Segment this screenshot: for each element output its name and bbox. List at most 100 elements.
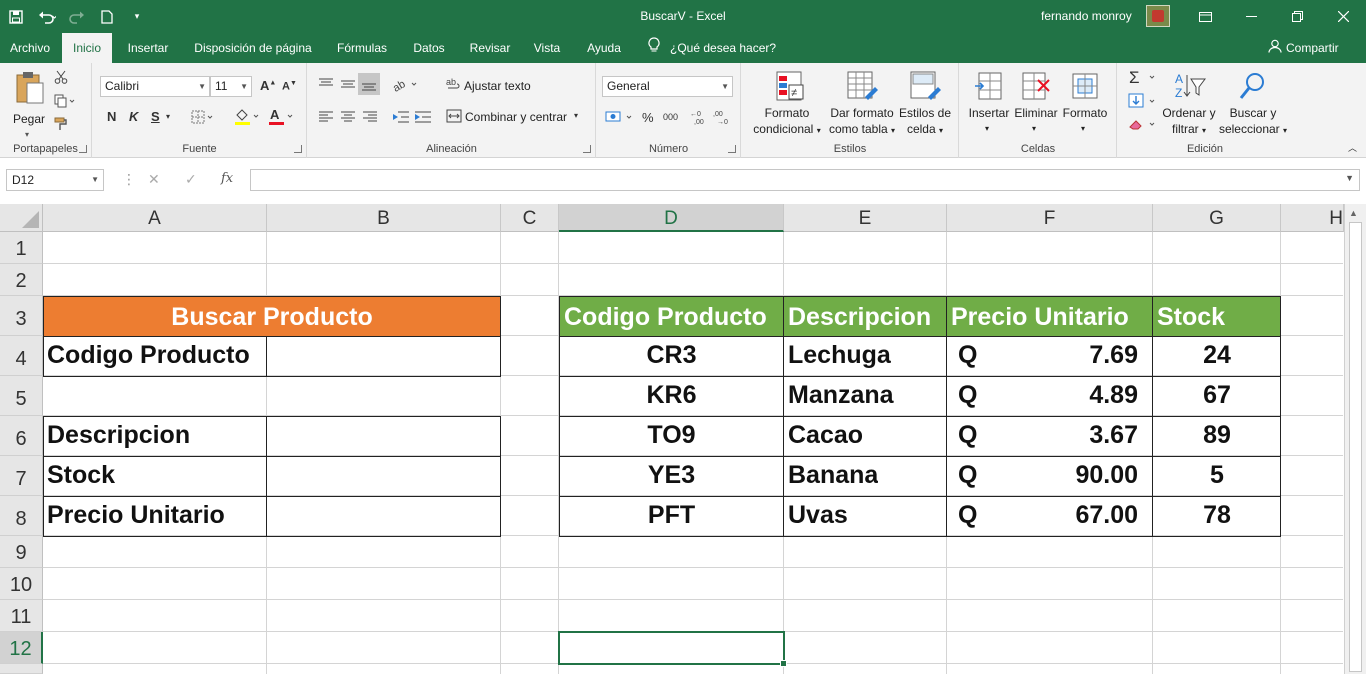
row-header-13[interactable] — [0, 664, 43, 674]
codigo-cell[interactable]: CR3 — [559, 341, 784, 370]
undo-icon[interactable] — [32, 0, 62, 33]
header-codigo[interactable]: Codigo Producto — [559, 296, 784, 337]
tab-formulas[interactable]: Fórmulas — [330, 33, 394, 63]
stock-cell[interactable]: 67 — [1153, 381, 1281, 410]
codigo-cell[interactable]: KR6 — [559, 381, 784, 410]
stock-cell[interactable]: 24 — [1153, 341, 1281, 370]
align-center-icon[interactable] — [340, 111, 356, 126]
stock-cell[interactable]: 5 — [1153, 461, 1281, 490]
row-header-11[interactable]: 11 — [0, 600, 43, 632]
wrap-text-icon[interactable]: ab — [446, 76, 462, 95]
row-header-12[interactable]: 12 — [0, 632, 43, 664]
collapse-ribbon-icon[interactable]: ︿ — [1348, 141, 1357, 154]
font-size-select[interactable]: 11 ▼ — [210, 76, 252, 97]
row-header-5[interactable]: 5 — [0, 376, 43, 416]
minimize-icon[interactable] — [1228, 0, 1274, 33]
codigo-cell[interactable]: YE3 — [559, 461, 784, 490]
stock-cell[interactable]: 89 — [1153, 421, 1281, 450]
bold-button[interactable]: N — [107, 109, 116, 124]
align-middle-icon[interactable] — [340, 77, 356, 94]
descripcion-result-cell[interactable] — [266, 416, 501, 457]
find-select-button[interactable]: Buscar y seleccionar ▾ — [1218, 69, 1288, 141]
chevron-down-icon[interactable]: ▾ — [166, 112, 170, 121]
fill-icon[interactable] — [1128, 93, 1158, 112]
descripcion-cell[interactable]: Banana — [788, 461, 878, 490]
number-format-select[interactable]: General ▼ — [602, 76, 733, 97]
tab-insertar[interactable]: Insertar — [116, 33, 180, 63]
precio-cell[interactable]: 3.67 — [990, 421, 1138, 450]
format-as-table-button[interactable]: Dar formato como tabla ▾ — [826, 69, 898, 141]
percent-button[interactable]: % — [642, 110, 654, 125]
descripcion-cell[interactable]: Lechuga — [788, 341, 891, 370]
wrap-text-button[interactable]: Ajustar texto — [464, 78, 531, 94]
tab-revisar[interactable]: Revisar — [462, 33, 518, 63]
alignment-launcher-icon[interactable] — [583, 145, 591, 153]
font-name-select[interactable]: Calibri ▼ — [100, 76, 210, 97]
column-header-e[interactable]: E — [784, 204, 947, 232]
confirm-entry-icon[interactable]: ✓ — [185, 171, 197, 188]
descripcion-cell[interactable]: Uvas — [788, 501, 848, 530]
borders-icon[interactable] — [191, 110, 215, 127]
merge-center-icon[interactable] — [446, 109, 462, 126]
align-top-icon[interactable] — [318, 77, 334, 94]
codigo-cell[interactable]: TO9 — [559, 421, 784, 450]
tell-me-search[interactable]: ¿Qué desea hacer? — [648, 33, 776, 63]
format-painter-icon[interactable] — [54, 117, 68, 134]
decrease-indent-icon[interactable] — [392, 110, 410, 127]
redo-icon[interactable] — [62, 0, 92, 33]
align-left-icon[interactable] — [318, 111, 334, 126]
increase-font-icon[interactable]: A▲ — [260, 78, 276, 93]
scrollbar-thumb[interactable] — [1349, 222, 1362, 672]
expand-formula-bar-icon[interactable]: ▼ — [1345, 173, 1354, 183]
header-descripcion[interactable]: Descripcion — [783, 296, 947, 337]
orientation-icon[interactable]: ab — [391, 76, 420, 95]
share-button[interactable]: Compartir — [1268, 33, 1339, 63]
increase-decimal-icon[interactable]: ←0,00 — [690, 109, 708, 128]
cancel-entry-icon[interactable]: ✕ — [148, 171, 160, 188]
row-header-2[interactable]: 2 — [0, 264, 43, 296]
copy-icon[interactable] — [54, 94, 76, 111]
customize-toolbar-icon[interactable]: ▾ — [122, 0, 152, 33]
user-name[interactable]: fernando monroy — [1041, 9, 1132, 23]
column-header-h[interactable]: H — [1281, 204, 1344, 232]
format-cells-button[interactable]: Formato ▾ — [1060, 69, 1110, 141]
merge-center-button[interactable]: Combinar y centrar — [465, 109, 567, 125]
insert-cells-button[interactable]: Insertar ▾ — [966, 69, 1012, 141]
descripcion-cell[interactable]: Cacao — [788, 421, 863, 450]
sort-filter-button[interactable]: AZ Ordenar y filtrar ▾ — [1158, 69, 1220, 141]
row-header-9[interactable]: 9 — [0, 536, 43, 568]
insert-function-button[interactable]: fx — [221, 171, 233, 186]
number-launcher-icon[interactable] — [728, 145, 736, 153]
codigo-cell[interactable]: PFT — [559, 501, 784, 530]
fill-color-icon[interactable] — [234, 108, 260, 129]
column-header-c[interactable]: C — [501, 204, 559, 232]
column-header-f[interactable]: F — [947, 204, 1153, 232]
scroll-up-icon[interactable]: ▲ — [1349, 208, 1358, 218]
select-all-button[interactable] — [0, 204, 43, 232]
ribbon-display-options-icon[interactable] — [1182, 0, 1228, 33]
chevron-down-icon[interactable]: ▾ — [574, 111, 578, 120]
underline-button[interactable]: S — [151, 109, 160, 124]
cut-icon[interactable] — [54, 70, 68, 87]
align-right-icon[interactable] — [362, 111, 378, 126]
row-header-4[interactable]: 4 — [0, 336, 43, 376]
currency-format-icon[interactable] — [605, 109, 635, 128]
vertical-scrollbar[interactable]: ▲ — [1344, 204, 1366, 674]
row-header-3[interactable]: 3 — [0, 296, 43, 336]
cell-styles-button[interactable]: Estilos de celda ▾ — [896, 69, 954, 141]
codigo-input-cell[interactable] — [266, 336, 501, 377]
precio-cell[interactable]: 90.00 — [990, 461, 1138, 490]
tab-archivo[interactable]: Archivo — [0, 33, 60, 63]
autosum-icon[interactable]: Σ — [1128, 68, 1158, 88]
tab-disposicion-pagina[interactable]: Disposición de página — [186, 33, 320, 63]
descripcion-cell[interactable]: Manzana — [788, 381, 894, 410]
search-header[interactable]: Buscar Producto — [43, 296, 501, 337]
column-header-g[interactable]: G — [1153, 204, 1281, 232]
save-icon[interactable] — [0, 0, 32, 33]
clear-icon[interactable] — [1128, 116, 1158, 135]
tab-datos[interactable]: Datos — [405, 33, 453, 63]
decrease-decimal-icon[interactable]: ,00 →0 — [713, 109, 731, 128]
increase-indent-icon[interactable] — [414, 110, 432, 127]
italic-button[interactable]: K — [129, 109, 138, 124]
precio-result-cell[interactable] — [266, 496, 501, 537]
